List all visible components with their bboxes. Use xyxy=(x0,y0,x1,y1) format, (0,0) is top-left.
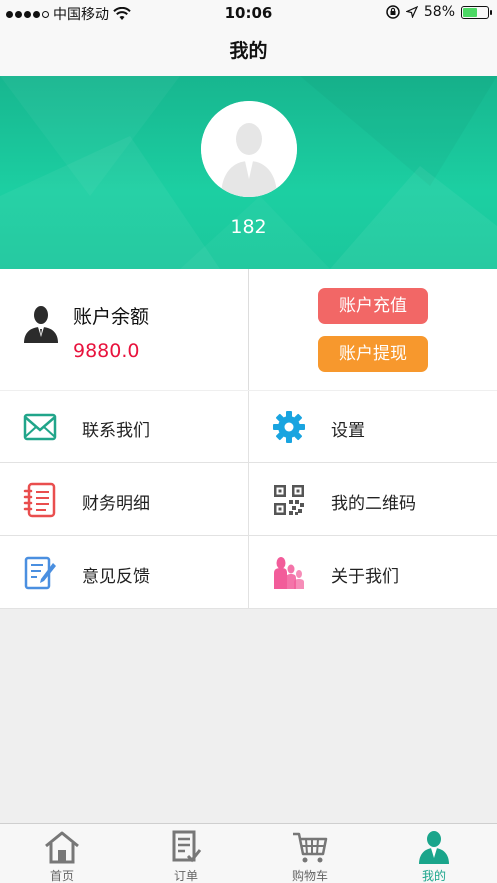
tab-mine[interactable]: 我的 xyxy=(372,824,496,883)
menu-item-label: 意见反馈 xyxy=(82,567,150,587)
menu-item-finance[interactable]: 财务明细 xyxy=(0,464,248,536)
nav-bar: 我的 xyxy=(0,26,497,76)
feedback-icon xyxy=(24,556,56,590)
tab-label: 我的 xyxy=(421,869,446,883)
profile-header: 182 xyxy=(0,76,497,269)
cart-icon xyxy=(293,832,328,863)
menu-grid: 联系我们 设置 财务明细 我的二维码 意见反馈 关于我们 xyxy=(0,391,497,609)
menu-item-about[interactable]: 关于我们 xyxy=(249,537,497,609)
menu-item-contact[interactable]: 联系我们 xyxy=(0,391,248,463)
battery-percent: 58% xyxy=(423,4,455,20)
tab-bar: 首页 订单 购物车 我的 xyxy=(0,823,497,883)
order-icon xyxy=(172,830,202,863)
location-icon xyxy=(405,6,418,18)
account-person-icon xyxy=(24,306,58,343)
withdraw-button[interactable]: 账户提现 xyxy=(318,336,428,372)
tab-orders[interactable]: 订单 xyxy=(124,824,248,883)
tab-home[interactable]: 首页 xyxy=(0,824,124,883)
rotation-lock-icon xyxy=(386,5,400,19)
tab-label: 购物车 xyxy=(291,869,328,883)
menu-item-label: 联系我们 xyxy=(82,421,150,441)
page-title: 我的 xyxy=(229,40,268,62)
qr-code-icon xyxy=(274,485,304,515)
user-name: 182 xyxy=(230,216,267,238)
menu-item-feedback[interactable]: 意见反馈 xyxy=(0,537,248,609)
status-bar: 中国移动 10:06 58% xyxy=(0,0,497,26)
status-right: 58% xyxy=(386,4,492,20)
battery-icon xyxy=(461,5,492,19)
tab-label: 首页 xyxy=(49,869,74,883)
balance-amount: 9880.0 xyxy=(73,340,140,362)
menu-item-label: 我的二维码 xyxy=(331,494,416,514)
menu-item-qrcode[interactable]: 我的二维码 xyxy=(249,464,497,536)
tab-cart[interactable]: 购物车 xyxy=(248,824,372,883)
menu-item-label: 关于我们 xyxy=(331,567,399,587)
avatar[interactable] xyxy=(201,101,297,197)
envelope-icon xyxy=(23,413,57,441)
menu-item-label: 财务明细 xyxy=(82,494,150,514)
home-icon xyxy=(45,831,79,864)
recharge-button[interactable]: 账户充值 xyxy=(318,288,428,324)
profile-icon xyxy=(419,831,449,864)
people-icon xyxy=(274,557,304,589)
balance-section: 账户余额 9880.0 账户充值 账户提现 xyxy=(0,269,497,390)
balance-label: 账户余额 xyxy=(73,306,150,328)
default-avatar-icon xyxy=(201,101,297,197)
gear-icon xyxy=(273,411,305,443)
menu-item-settings[interactable]: 设置 xyxy=(249,391,497,463)
balance-divider xyxy=(248,269,249,390)
tab-label: 订单 xyxy=(173,869,198,883)
menu-item-label: 设置 xyxy=(331,421,365,441)
notebook-icon xyxy=(23,482,56,518)
